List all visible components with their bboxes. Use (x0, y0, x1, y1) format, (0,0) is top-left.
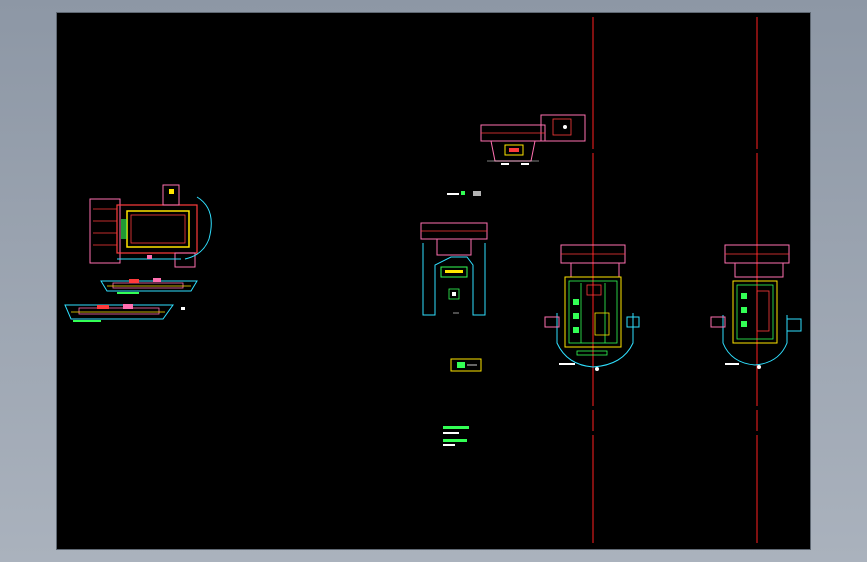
plan-middle[interactable] (420, 222, 488, 316)
section-left-2[interactable] (64, 304, 185, 322)
cad-viewer-background (0, 0, 867, 562)
cad-drawing-canvas[interactable] (57, 13, 810, 549)
section-left-1[interactable] (100, 278, 198, 294)
plan-left[interactable] (89, 184, 212, 268)
notes-block[interactable] (443, 426, 469, 446)
small-annotation-marks (447, 191, 481, 196)
axis-lines (590, 17, 760, 543)
plan-right-1[interactable] (544, 244, 640, 371)
legend-box[interactable] (450, 358, 482, 372)
plan-top-center[interactable] (480, 114, 586, 165)
drawing-sheet[interactable] (57, 13, 810, 549)
plan-right-2[interactable] (710, 244, 802, 369)
